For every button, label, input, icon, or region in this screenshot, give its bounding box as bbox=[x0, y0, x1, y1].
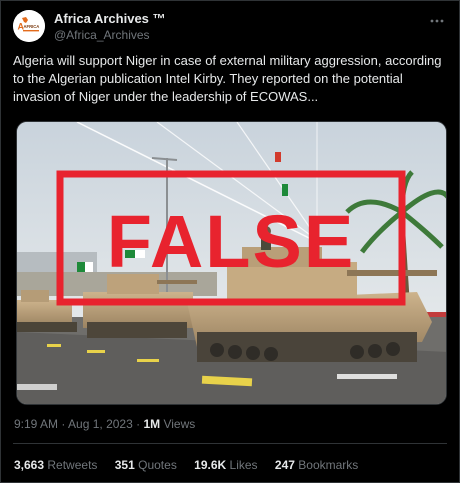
tweet-date[interactable]: Aug 1, 2023 bbox=[68, 417, 133, 431]
quotes-stat[interactable]: 351 Quotes bbox=[115, 458, 177, 472]
quotes-count: 351 bbox=[114, 458, 135, 472]
divider bbox=[13, 443, 447, 444]
tweet-header: A AFRICA Africa Archives ™ @Africa_Archi… bbox=[13, 10, 447, 46]
bookmarks-label: Bookmarks bbox=[298, 458, 359, 472]
more-horizontal-icon[interactable] bbox=[427, 13, 447, 25]
africa-archives-logo: A AFRICA bbox=[13, 10, 45, 42]
bookmarks-stat[interactable]: 247 Bookmarks bbox=[275, 458, 358, 472]
tweet-card: A AFRICA Africa Archives ™ @Africa_Archi… bbox=[0, 0, 460, 483]
tweet-meta: 9:19 AM · Aug 1, 2023 · 1M Views bbox=[14, 417, 195, 431]
meta-separator-2: · bbox=[132, 417, 144, 431]
tweet-media[interactable]: FALSE bbox=[16, 121, 447, 405]
bookmarks-count: 247 bbox=[274, 458, 295, 472]
tweet-time[interactable]: 9:19 AM bbox=[14, 417, 58, 431]
avatar-logo-text: AFRICA bbox=[24, 24, 40, 29]
quotes-label: Quotes bbox=[138, 458, 177, 472]
likes-stat[interactable]: 19.6K Likes bbox=[194, 458, 257, 472]
meta-separator: · bbox=[58, 417, 69, 431]
views-label: Views bbox=[160, 417, 196, 431]
author-handle[interactable]: @Africa_Archives bbox=[54, 28, 166, 43]
avatar[interactable]: A AFRICA bbox=[13, 10, 45, 42]
retweets-count: 3,663 bbox=[14, 458, 45, 472]
likes-label: Likes bbox=[229, 458, 258, 472]
likes-count: 19.6K bbox=[194, 458, 227, 472]
tweet-text: Algeria will support Niger in case of ex… bbox=[13, 53, 442, 104]
retweets-label: Retweets bbox=[47, 458, 98, 472]
engagement-stats: 3,663 Retweets 351 Quotes 19.6K Likes 24… bbox=[14, 458, 372, 472]
author-block[interactable]: Africa Archives ™ @Africa_Archives bbox=[54, 11, 166, 43]
tank-parade-photo: FALSE bbox=[17, 122, 446, 404]
author-name[interactable]: Africa Archives ™ bbox=[54, 11, 166, 27]
false-stamp-text: FALSE bbox=[107, 200, 355, 283]
retweets-stat[interactable]: 3,663 Retweets bbox=[14, 458, 97, 472]
views-count: 1M bbox=[143, 417, 161, 431]
